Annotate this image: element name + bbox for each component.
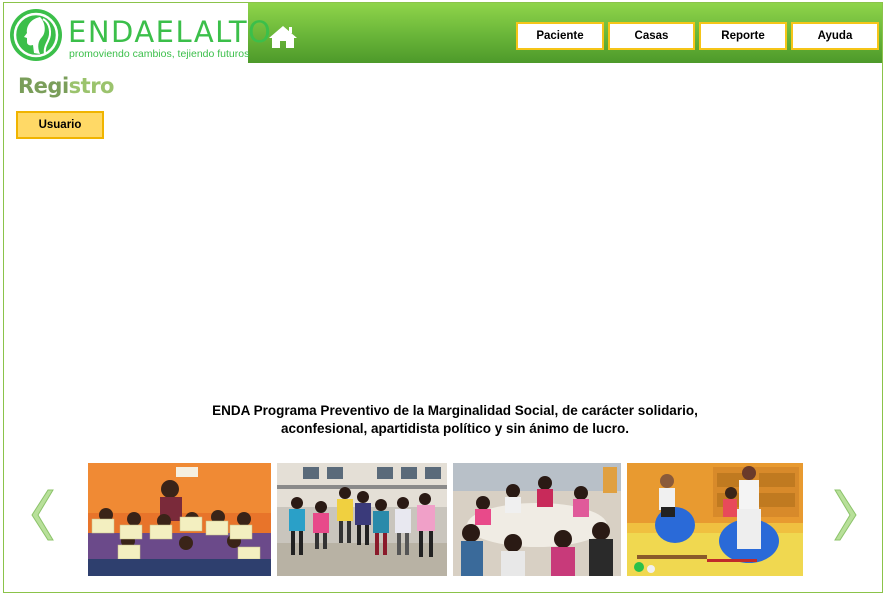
nav-paciente-button[interactable]: Paciente	[516, 22, 604, 50]
page-title-part2: stro	[68, 74, 115, 98]
carousel-photo-2	[277, 463, 447, 576]
chevron-left-icon[interactable]	[28, 488, 54, 547]
page-title-part1: Regi	[18, 74, 69, 98]
mission-line-2: aconfesional, apartidista político y sin…	[280, 421, 630, 436]
mission-statement: ENDA Programa Preventivo de la Marginali…	[140, 402, 770, 438]
mission-line-1: ENDA Programa Preventivo de la Marginali…	[212, 403, 698, 418]
nav-reporte-button[interactable]: Reporte	[699, 22, 787, 50]
usuario-button[interactable]: Usuario	[16, 111, 104, 139]
brand-logo[interactable]: ENDAELALTO promoviendo cambios, tejiendo…	[4, 3, 271, 63]
chevron-right-icon[interactable]	[834, 488, 860, 547]
page-title: Registro	[18, 74, 114, 98]
carousel-photo-4	[627, 463, 803, 576]
carousel-photo-3	[453, 463, 621, 576]
logo-face-icon	[10, 9, 62, 61]
brand-name: ENDAELALTO	[68, 15, 273, 49]
nav-casas-button[interactable]: Casas	[608, 22, 695, 50]
carousel-photo-1	[88, 463, 271, 576]
brand-tagline: promoviendo cambios, tejiendo futuros	[69, 48, 250, 60]
nav-ayuda-button[interactable]: Ayuda	[791, 22, 879, 50]
home-icon[interactable]	[268, 24, 298, 55]
